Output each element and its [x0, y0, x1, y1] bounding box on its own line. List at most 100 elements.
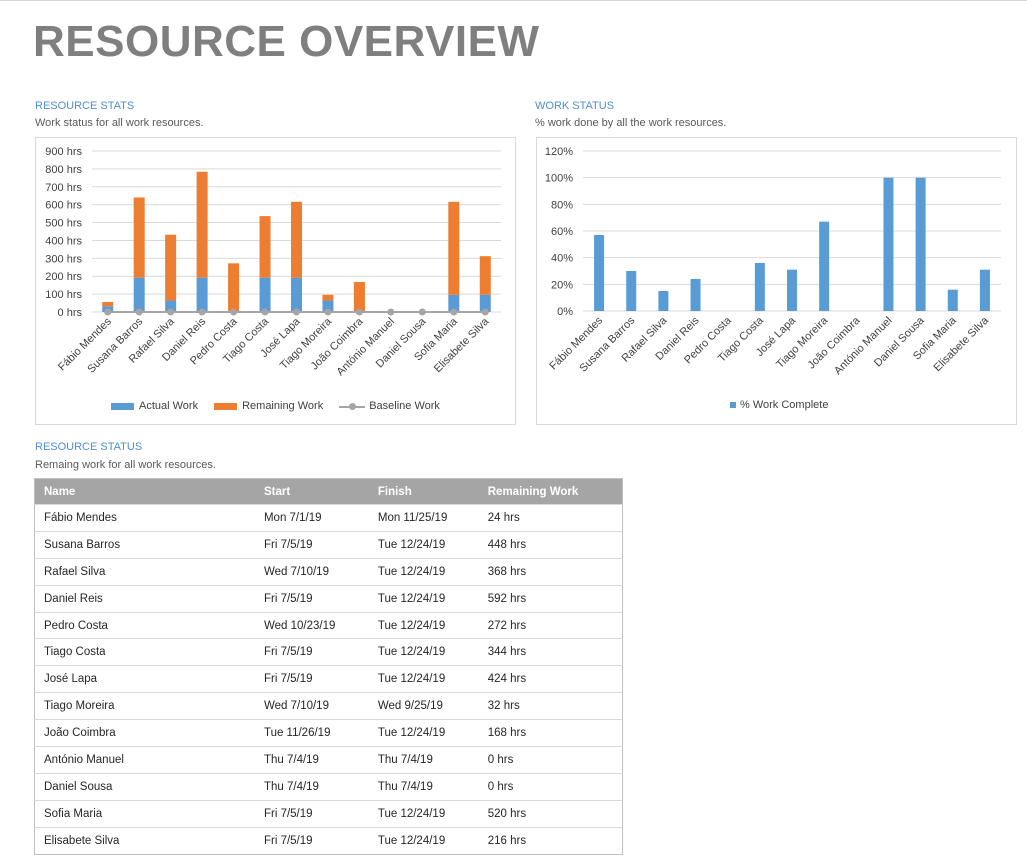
cell-start: Mon 7/1/19 — [254, 504, 369, 532]
remaining-work-bar — [102, 301, 114, 307]
cell-remaining-work: 344 hrs — [478, 638, 623, 666]
x-tick-label: Elisabete Silva — [432, 315, 492, 375]
cell-start: Fri 7/5/19 — [254, 530, 369, 559]
y-tick-label: 700 hrs — [45, 182, 82, 194]
x-tick-label: Fábio Mendes — [56, 315, 114, 373]
cell-name: Pedro Costa — [34, 611, 255, 639]
remaining-work-bar — [322, 294, 334, 301]
table-row[interactable]: Daniel Reis Fri 7/5/19 Tue 12/24/19 592 hrs — [34, 584, 623, 613]
remaining-work-bar — [196, 171, 208, 278]
percent-complete-bar — [658, 291, 669, 311]
cell-finish: Tue 12/24/19 — [368, 584, 479, 613]
column-header-name[interactable]: Name — [34, 478, 255, 505]
table-row[interactable]: Elisabete Silva Fri 7/5/19 Tue 12/24/19 216… — [34, 826, 623, 855]
baseline-work-point — [293, 308, 300, 316]
table-row[interactable]: Sofia Maria Fri 7/5/19 Tue 12/24/19 520 hrs — [34, 799, 623, 828]
cell-name: José Lapa — [34, 665, 255, 693]
page-title: RESOURCE OVERVIEW — [33, 17, 540, 66]
baseline-work-point — [261, 308, 269, 316]
legend-actual-work: Actual Work — [111, 400, 198, 412]
table-row[interactable]: João Coimbra Tue 11/26/19 Tue 12/24/19 168 … — [34, 719, 623, 747]
y-tick-label: 100% — [545, 173, 573, 185]
table-row[interactable]: Daniel Sousa Thu 7/4/19 Thu 7/4/19 0 hrs — [34, 772, 623, 801]
resource-status-title: RESOURCE STATUS — [35, 441, 143, 453]
percent-complete-bar — [787, 269, 797, 311]
y-tick-label: 20% — [551, 279, 573, 291]
column-header-remaining-work[interactable]: Remaining Work — [478, 478, 623, 505]
work-status-chart-svg: 0% 20% 40% 60% 80% 100% 120% Fábio MendesSusana… — [545, 146, 1001, 378]
table-body: Fábio Mendes Mon 7/1/19 Mon 11/25/19 24 hrs… — [34, 504, 623, 855]
cell-finish: Tue 12/24/19 — [368, 799, 479, 828]
percent-complete-bar — [979, 269, 990, 311]
y-tick-label: 100 hrs — [45, 289, 82, 301]
remaining-work-bar — [228, 263, 240, 312]
cell-finish: Tue 12/24/19 — [368, 557, 479, 586]
legend-label: Remaining Work — [242, 400, 324, 412]
cell-start: Fri 7/5/19 — [254, 665, 369, 693]
work-status-legend: % Work Complete — [730, 399, 844, 411]
cell-name: Daniel Reis — [34, 584, 255, 613]
cell-name: Tiago Costa — [34, 638, 255, 666]
resource-stats-chart[interactable]: 0 hrs 100 hrs 200 hrs 300 hrs 400 hrs 500 hrs… — [35, 137, 516, 425]
table-row[interactable]: António Manuel Thu 7/4/19 Thu 7/4/19 0 hrs — [34, 746, 623, 774]
table-row[interactable]: José Lapa Fri 7/5/19 Tue 12/24/19 424 hrs — [34, 665, 623, 693]
column-header-finish[interactable]: Finish — [368, 478, 479, 505]
remaining-work-bar — [479, 256, 491, 295]
cell-remaining-work: 168 hrs — [478, 719, 623, 747]
baseline-work-point — [230, 308, 238, 316]
cell-start: Tue 11/26/19 — [254, 719, 369, 747]
cell-remaining-work: 32 hrs — [478, 692, 623, 720]
cell-finish: Tue 12/24/19 — [368, 665, 479, 693]
cell-name: António Manuel — [34, 746, 255, 774]
cell-start: Fri 7/5/19 — [254, 826, 369, 855]
actual-work-bar — [291, 277, 302, 312]
cell-start: Wed 7/10/19 — [254, 692, 369, 720]
work-status-subtitle: % work done by all the work resources. — [535, 117, 727, 129]
legend-baseline-work: Baseline Work — [339, 400, 440, 412]
percent-complete-bar — [915, 177, 926, 311]
table-row[interactable]: Rafael Silva Wed 7/10/19 Tue 12/24/19 368 h… — [34, 557, 623, 586]
table-row[interactable]: Tiago Moreira Wed 7/10/19 Wed 9/25/19 32 hr… — [34, 692, 623, 720]
cell-remaining-work: 520 hrs — [478, 799, 623, 828]
baseline-work-point — [418, 308, 426, 316]
cell-remaining-work: 0 hrs — [478, 772, 623, 801]
table-row[interactable]: Fábio Mendes Mon 7/1/19 Mon 11/25/19 24 hrs — [34, 504, 623, 532]
cell-finish: Tue 12/24/19 — [368, 719, 479, 747]
cell-finish: Wed 9/25/19 — [368, 692, 479, 720]
y-tick-label: 120% — [545, 146, 573, 158]
x-tick-label: Fábio Mendes — [547, 314, 605, 372]
work-status-chart[interactable]: 0% 20% 40% 60% 80% 100% 120% Fábio Mendes Susana… — [536, 137, 1017, 425]
cell-start: Thu 7/4/19 — [254, 746, 369, 774]
cell-finish: Tue 12/24/19 — [368, 611, 479, 639]
table-row[interactable]: Tiago Costa Fri 7/5/19 Tue 12/24/19 344 hrs — [34, 638, 623, 666]
resource-stats-chart-svg: 0 hrs 100 hrs 200 hrs 300 hrs 400 hrs 500 hrs… — [45, 146, 501, 378]
y-tick-label: 300 hrs — [45, 253, 82, 265]
x-tick-label: Susana Barros — [85, 315, 145, 375]
remaining-work-bar — [448, 201, 460, 295]
y-tick-label: 40% — [551, 253, 573, 265]
table-row[interactable]: Pedro Costa Wed 10/23/19 Tue 12/24/19 272 h… — [34, 611, 623, 639]
cell-name: Tiago Moreira — [34, 692, 255, 720]
y-tick-label: 60% — [551, 226, 573, 238]
y-tick-label: 500 hrs — [45, 218, 82, 230]
legend-percent-complete: % Work Complete — [730, 399, 828, 411]
cell-finish: Tue 12/24/19 — [368, 826, 479, 855]
baseline-work-point — [324, 308, 332, 316]
baseline-work-point — [198, 308, 206, 316]
baseline-work-point — [355, 308, 363, 316]
y-tick-label: 600 hrs — [45, 200, 82, 212]
cell-start: Thu 7/4/19 — [254, 772, 369, 801]
resource-stats-legend: Actual Work Remaining Work Baseline Work — [111, 400, 456, 412]
column-header-start[interactable]: Start — [254, 478, 369, 505]
table-row[interactable]: Susana Barros Fri 7/5/19 Tue 12/24/19 448 h… — [34, 530, 623, 559]
remaining-work-bar — [353, 281, 365, 312]
cell-name: Sofia Maria — [34, 799, 255, 828]
cell-finish: Tue 12/24/19 — [368, 530, 479, 559]
x-tick-label: Elisabete Silva — [932, 314, 992, 374]
percent-complete-bar — [690, 279, 701, 311]
x-tick-label: António Manuel — [832, 315, 895, 378]
legend-swatch-remaining — [214, 402, 238, 410]
resource-stats-title: RESOURCE STATS — [35, 100, 135, 112]
cell-start: Fri 7/5/19 — [254, 638, 369, 666]
cell-remaining-work: 272 hrs — [478, 611, 623, 639]
